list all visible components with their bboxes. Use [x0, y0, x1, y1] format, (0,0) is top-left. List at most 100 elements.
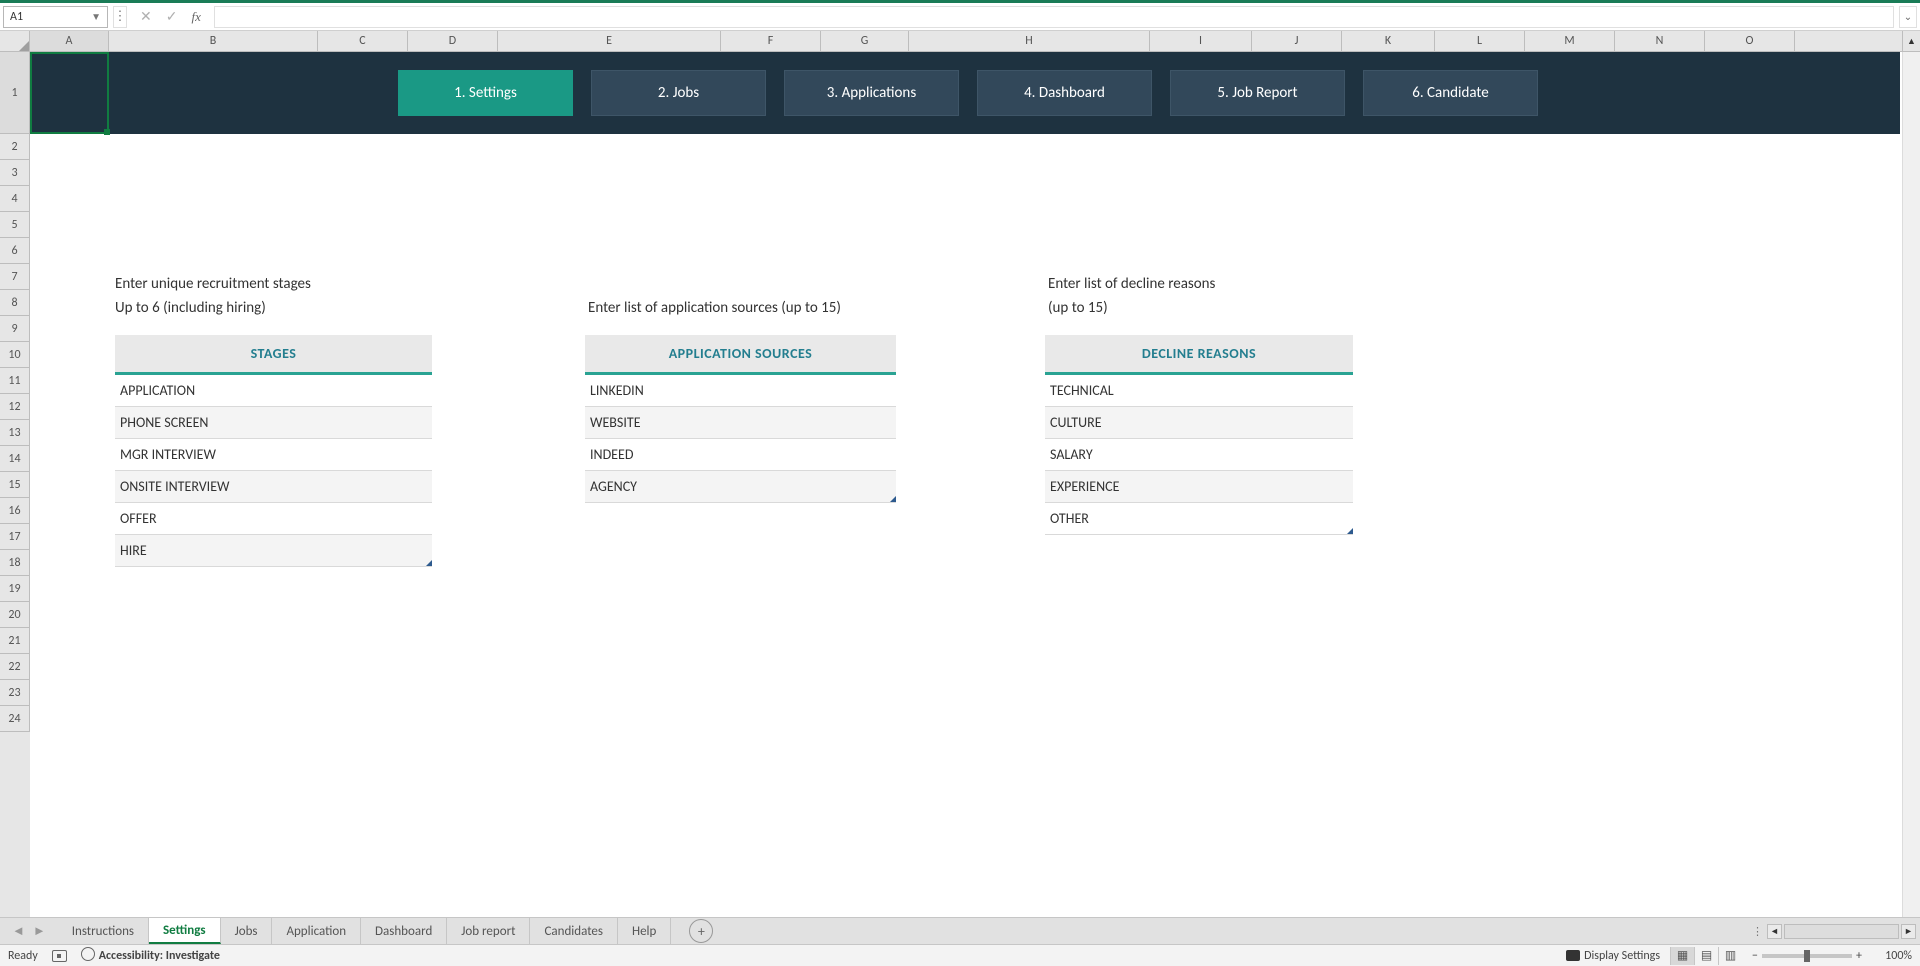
column-header-D[interactable]: D [408, 31, 498, 51]
stages-table-row[interactable]: ONSITE INTERVIEW [115, 471, 432, 503]
cancel-icon[interactable]: ✕ [140, 8, 152, 25]
sheet-tab-jobs[interactable]: Jobs [221, 918, 273, 944]
view-normal-button[interactable]: ▦ [1670, 947, 1694, 965]
sheet-tab-application[interactable]: Application [272, 918, 361, 944]
row-header-13[interactable]: 13 [0, 420, 30, 446]
column-header-M[interactable]: M [1525, 31, 1615, 51]
nav-button-2-jobs[interactable]: 2. Jobs [591, 70, 766, 116]
decline-table-row[interactable]: SALARY [1045, 439, 1353, 471]
column-header-F[interactable]: F [721, 31, 821, 51]
row-header-10[interactable]: 10 [0, 342, 30, 368]
sources-table-row[interactable]: WEBSITE [585, 407, 896, 439]
sheet-tab-job-report[interactable]: Job report [447, 918, 530, 944]
row-header-21[interactable]: 21 [0, 628, 30, 654]
name-box[interactable]: A1 ▼ [3, 6, 108, 28]
row-header-6[interactable]: 6 [0, 238, 30, 264]
row-header-5[interactable]: 5 [0, 212, 30, 238]
zoom-thumb[interactable] [1804, 950, 1810, 962]
scroll-left-button[interactable]: ◄ [1767, 924, 1782, 939]
column-header-L[interactable]: L [1435, 31, 1525, 51]
column-header-E[interactable]: E [498, 31, 721, 51]
row-header-11[interactable]: 11 [0, 368, 30, 394]
row-header-18[interactable]: 18 [0, 550, 30, 576]
sheet-tab-settings[interactable]: Settings [149, 918, 221, 944]
confirm-icon[interactable]: ✓ [166, 8, 178, 25]
row-header-24[interactable]: 24 [0, 706, 30, 732]
formula-bar-expand-handle[interactable]: ⋮ [113, 6, 127, 28]
row-header-2[interactable]: 2 [0, 134, 30, 160]
vertical-scrollbar[interactable] [1902, 52, 1920, 917]
nav-button-1-settings[interactable]: 1. Settings [398, 70, 573, 116]
fx-icon[interactable]: fx [191, 9, 200, 25]
sheet-tab-instructions[interactable]: Instructions [58, 918, 149, 944]
decline-table-row[interactable]: EXPERIENCE [1045, 471, 1353, 503]
sources-table-row[interactable]: INDEED [585, 439, 896, 471]
column-header-O[interactable]: O [1705, 31, 1795, 51]
formula-input[interactable] [214, 6, 1894, 28]
zoom-out-button[interactable]: − [1752, 949, 1758, 963]
row-header-20[interactable]: 20 [0, 602, 30, 628]
row-header-17[interactable]: 17 [0, 524, 30, 550]
column-header-C[interactable]: C [318, 31, 408, 51]
row-header-15[interactable]: 15 [0, 472, 30, 498]
row-header-3[interactable]: 3 [0, 160, 30, 186]
column-header-B[interactable]: B [109, 31, 318, 51]
row-header-7[interactable]: 7 [0, 264, 30, 290]
decline-table-row[interactable]: OTHER [1045, 503, 1353, 535]
nav-button-4-dashboard[interactable]: 4. Dashboard [977, 70, 1152, 116]
zoom-track[interactable] [1762, 954, 1852, 958]
formula-bar-collapse[interactable]: ⌄ [1899, 6, 1917, 28]
stages-table-row[interactable]: APPLICATION [115, 375, 432, 407]
tab-nav-prev-icon[interactable]: ◄ [12, 923, 25, 939]
nav-button-5-job-report[interactable]: 5. Job Report [1170, 70, 1345, 116]
table-resize-handle[interactable] [890, 496, 896, 502]
decline-table-row[interactable]: TECHNICAL [1045, 375, 1353, 407]
column-header-J[interactable]: J [1252, 31, 1342, 51]
tab-scroll-handle[interactable]: ⋮ [1752, 925, 1763, 938]
nav-button-6-candidate[interactable]: 6. Candidate [1363, 70, 1538, 116]
row-header-12[interactable]: 12 [0, 394, 30, 420]
zoom-percent[interactable]: 100% [1872, 949, 1912, 963]
table-resize-handle[interactable] [1347, 528, 1353, 534]
stages-table-row[interactable]: OFFER [115, 503, 432, 535]
column-header-K[interactable]: K [1342, 31, 1435, 51]
macro-record-icon[interactable] [52, 950, 67, 962]
column-header-H[interactable]: H [909, 31, 1150, 51]
stages-table-row[interactable]: MGR INTERVIEW [115, 439, 432, 471]
row-header-22[interactable]: 22 [0, 654, 30, 680]
column-header-N[interactable]: N [1615, 31, 1705, 51]
chevron-down-icon[interactable]: ▼ [91, 10, 101, 23]
view-page-layout-button[interactable]: ▤ [1694, 947, 1718, 965]
nav-button-3-applications[interactable]: 3. Applications [784, 70, 959, 116]
row-header-4[interactable]: 4 [0, 186, 30, 212]
column-header-G[interactable]: G [821, 31, 909, 51]
row-header-8[interactable]: 8 [0, 290, 30, 316]
row-header-14[interactable]: 14 [0, 446, 30, 472]
accessibility-status[interactable]: Accessibility: Investigate [81, 947, 220, 965]
stages-table-row[interactable]: PHONE SCREEN [115, 407, 432, 439]
zoom-slider[interactable]: − + [1752, 949, 1862, 963]
sources-table-row[interactable]: LINKEDIN [585, 375, 896, 407]
scroll-up-button[interactable]: ▲ [1902, 31, 1920, 51]
scroll-right-button[interactable]: ► [1901, 924, 1916, 939]
sources-table-row[interactable]: AGENCY [585, 471, 896, 503]
horizontal-scrollbar[interactable] [1784, 924, 1899, 939]
column-header-I[interactable]: I [1150, 31, 1252, 51]
tab-nav-next-icon[interactable]: ► [33, 923, 46, 939]
row-header-1[interactable]: 1 [0, 52, 30, 134]
select-all-corner[interactable] [0, 31, 30, 51]
zoom-in-button[interactable]: + [1856, 949, 1862, 963]
view-page-break-button[interactable]: ▥ [1718, 947, 1742, 965]
display-settings-button[interactable]: Display Settings [1566, 949, 1660, 963]
sheet-tab-candidates[interactable]: Candidates [530, 918, 618, 944]
decline-table-row[interactable]: CULTURE [1045, 407, 1353, 439]
column-header-A[interactable]: A [30, 31, 109, 51]
grid-content[interactable]: 1. Settings 2. Jobs 3. Applications 4. Dash… [30, 52, 1902, 917]
row-header-19[interactable]: 19 [0, 576, 30, 602]
table-resize-handle[interactable] [426, 560, 432, 566]
stages-table-row[interactable]: HIRE [115, 535, 432, 567]
row-header-9[interactable]: 9 [0, 316, 30, 342]
row-header-23[interactable]: 23 [0, 680, 30, 706]
new-sheet-button[interactable]: + [689, 919, 713, 943]
sheet-tab-help[interactable]: Help [618, 918, 671, 944]
